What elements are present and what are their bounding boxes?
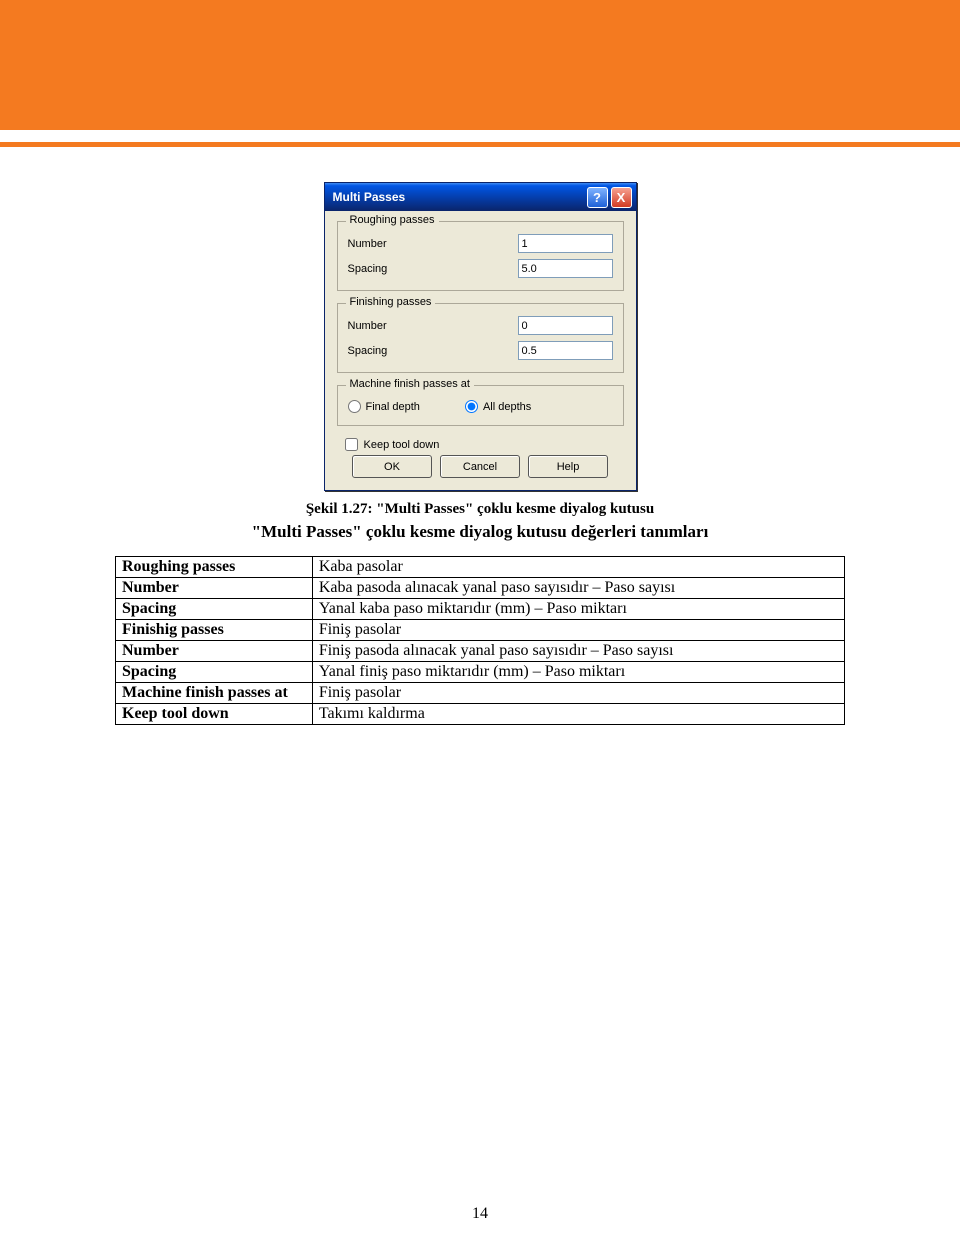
definition-cell: Kaba pasoda alınacak yanal paso sayısıdı…	[312, 578, 844, 599]
multi-passes-dialog: Multi Passes ? X Roughing passes Number …	[324, 182, 637, 491]
help-button[interactable]: Help	[528, 455, 608, 478]
term-cell: Spacing	[116, 662, 313, 683]
roughing-number-input[interactable]	[518, 234, 613, 253]
table-row: SpacingYanal kaba paso miktarıdır (mm) –…	[116, 599, 845, 620]
cancel-button[interactable]: Cancel	[440, 455, 520, 478]
finishing-spacing-label: Spacing	[348, 345, 518, 357]
finishing-number-input[interactable]	[518, 316, 613, 335]
final-depth-text: Final depth	[366, 401, 420, 413]
definition-cell: Takımı kaldırma	[312, 704, 844, 725]
ok-button[interactable]: OK	[352, 455, 432, 478]
table-row: Machine finish passes atFiniş pasolar	[116, 683, 845, 704]
term-cell: Number	[116, 578, 313, 599]
all-depths-text: All depths	[483, 401, 531, 413]
definition-cell: Finiş pasolar	[312, 620, 844, 641]
term-cell: Spacing	[116, 599, 313, 620]
term-cell: Machine finish passes at	[116, 683, 313, 704]
figure-subtitle: "Multi Passes" çoklu kesme diyalog kutus…	[115, 522, 845, 542]
table-row: NumberFiniş pasoda alınacak yanal paso s…	[116, 641, 845, 662]
page-number: 14	[0, 1205, 960, 1223]
term-cell: Roughing passes	[116, 557, 313, 578]
all-depths-radio-label[interactable]: All depths	[465, 400, 531, 413]
term-cell: Number	[116, 641, 313, 662]
all-depths-radio[interactable]	[465, 400, 478, 413]
table-row: Keep tool downTakımı kaldırma	[116, 704, 845, 725]
close-icon[interactable]: X	[611, 187, 632, 208]
dialog-title: Multi Passes	[333, 190, 584, 204]
definitions-table: Roughing passesKaba pasolarNumberKaba pa…	[115, 556, 845, 725]
table-row: NumberKaba pasoda alınacak yanal paso sa…	[116, 578, 845, 599]
dialog-titlebar: Multi Passes ? X	[325, 183, 636, 211]
page-content: Multi Passes ? X Roughing passes Number …	[0, 147, 960, 725]
definition-cell: Finiş pasolar	[312, 683, 844, 704]
roughing-spacing-label: Spacing	[348, 263, 518, 275]
machine-finish-legend: Machine finish passes at	[346, 378, 474, 390]
roughing-legend: Roughing passes	[346, 214, 439, 226]
finishing-spacing-input[interactable]	[518, 341, 613, 360]
final-depth-radio-label[interactable]: Final depth	[348, 400, 420, 413]
machine-finish-group: Machine finish passes at Final depth All…	[337, 385, 624, 426]
roughing-passes-group: Roughing passes Number Spacing	[337, 221, 624, 291]
definition-cell: Yanal finiş paso miktarıdır (mm) – Paso …	[312, 662, 844, 683]
keep-tool-down-label: Keep tool down	[364, 439, 440, 451]
header-banner	[0, 0, 960, 130]
dialog-body: Roughing passes Number Spacing Finishing…	[325, 211, 636, 490]
roughing-spacing-input[interactable]	[518, 259, 613, 278]
roughing-number-label: Number	[348, 238, 518, 250]
finishing-number-label: Number	[348, 320, 518, 332]
final-depth-radio[interactable]	[348, 400, 361, 413]
definition-cell: Kaba pasolar	[312, 557, 844, 578]
keep-tool-down-checkbox[interactable]	[345, 438, 358, 451]
finishing-passes-group: Finishing passes Number Spacing	[337, 303, 624, 373]
term-cell: Finishig passes	[116, 620, 313, 641]
definition-cell: Yanal kaba paso miktarıdır (mm) – Paso m…	[312, 599, 844, 620]
figure-caption: Şekil 1.27: "Multi Passes" çoklu kesme d…	[115, 501, 845, 518]
table-row: Roughing passesKaba pasolar	[116, 557, 845, 578]
table-row: SpacingYanal finiş paso miktarıdır (mm) …	[116, 662, 845, 683]
finishing-legend: Finishing passes	[346, 296, 436, 308]
table-row: Finishig passesFiniş pasolar	[116, 620, 845, 641]
definition-cell: Finiş pasoda alınacak yanal paso sayısıd…	[312, 641, 844, 662]
help-icon[interactable]: ?	[587, 187, 608, 208]
term-cell: Keep tool down	[116, 704, 313, 725]
